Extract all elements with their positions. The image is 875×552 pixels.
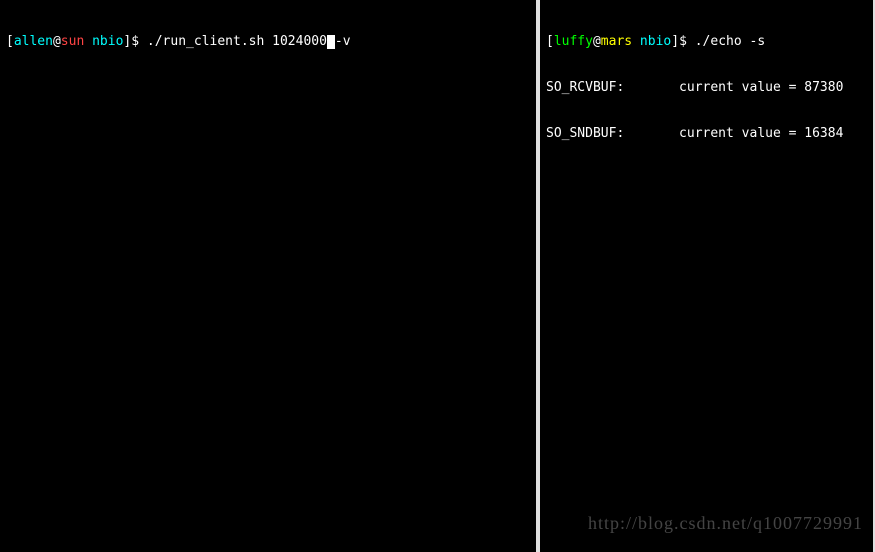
dollar-sign: $ (131, 34, 147, 49)
command-text: ./echo -s (695, 34, 765, 49)
output-line: SO_RCVBUF: current value = 87380 (546, 80, 867, 96)
host-name: sun (61, 34, 84, 49)
prompt-line-right: [luffy@mars nbio]$ ./echo -s (546, 34, 867, 50)
output-line: SO_SNDBUF: current value = 16384 (546, 126, 867, 142)
user-name: allen (14, 34, 53, 49)
terminal-pane-left[interactable]: [allen@sun nbio]$ ./run_client.sh 102400… (0, 0, 540, 552)
at-symbol: @ (593, 34, 601, 49)
host-name: mars (601, 34, 632, 49)
command-text-after: -v (335, 34, 351, 49)
cursor-block (327, 35, 335, 49)
prompt-line-left: [allen@sun nbio]$ ./run_client.sh 102400… (6, 34, 530, 50)
dollar-sign: $ (679, 34, 695, 49)
command-text-before: ./run_client.sh 1024000 (147, 34, 327, 49)
user-name: luffy (554, 34, 593, 49)
terminal-pane-right[interactable]: [luffy@mars nbio]$ ./echo -s SO_RCVBUF: … (540, 0, 875, 552)
bracket-open: [ (6, 34, 14, 49)
working-dir: nbio (84, 34, 123, 49)
at-symbol: @ (53, 34, 61, 49)
bracket-open: [ (546, 34, 554, 49)
working-dir: nbio (632, 34, 671, 49)
bracket-close: ] (671, 34, 679, 49)
terminal-split-container: [allen@sun nbio]$ ./run_client.sh 102400… (0, 0, 875, 552)
